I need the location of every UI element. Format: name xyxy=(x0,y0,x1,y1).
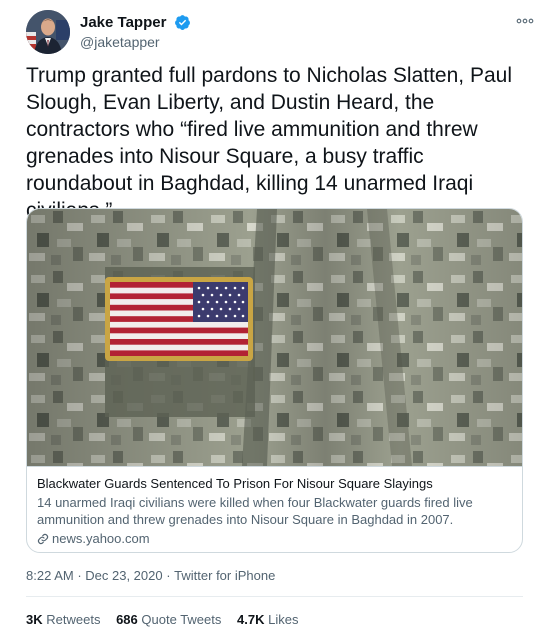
divider xyxy=(26,596,523,597)
handle[interactable]: @jaketapper xyxy=(80,34,191,50)
tweet-time[interactable]: 8:22 AM xyxy=(26,568,74,583)
tweet: Jake Tapper @jaketapper Trump granted fu… xyxy=(0,0,550,637)
tweet-meta: 8:22 AM · Dec 23, 2020 · Twitter for iPh… xyxy=(26,568,275,583)
retweets-count: 3K xyxy=(26,612,43,627)
link-icon xyxy=(37,533,49,544)
likes-label: Likes xyxy=(268,612,299,627)
avatar[interactable] xyxy=(26,10,70,54)
quote-tweets-stat[interactable]: 686 Quote Tweets xyxy=(116,612,221,627)
meta-separator-2: · xyxy=(162,568,175,583)
card-domain: news.yahoo.com xyxy=(37,530,514,547)
verified-badge-icon xyxy=(174,15,190,31)
retweets-label: Retweets xyxy=(46,612,101,627)
retweets-stat[interactable]: 3K Retweets xyxy=(26,612,100,627)
tweet-source[interactable]: Twitter for iPhone xyxy=(174,568,275,583)
link-card[interactable]: Blackwater Guards Sentenced To Prison Fo… xyxy=(26,208,523,553)
more-options-icon[interactable] xyxy=(514,12,536,30)
card-domain-text: news.yahoo.com xyxy=(52,531,150,546)
display-name[interactable]: Jake Tapper xyxy=(80,14,166,31)
flag-patch xyxy=(105,277,253,361)
tweet-header: Jake Tapper @jaketapper xyxy=(26,10,536,56)
tweet-text: Trump granted full pardons to Nicholas S… xyxy=(26,64,512,222)
avatar-photo-icon xyxy=(26,10,70,54)
likes-stat[interactable]: 4.7K Likes xyxy=(237,612,298,627)
author-names: Jake Tapper @jaketapper xyxy=(80,14,191,50)
card-body[interactable]: Blackwater Guards Sentenced To Prison Fo… xyxy=(27,466,522,552)
quote-tweets-label: Quote Tweets xyxy=(141,612,222,627)
tweet-stats: 3K Retweets 686 Quote Tweets 4.7K Likes xyxy=(26,612,310,627)
card-image[interactable] xyxy=(27,209,523,466)
likes-count: 4.7K xyxy=(237,612,265,627)
card-description: 14 unarmed Iraqi civilians were killed w… xyxy=(37,495,473,527)
meta-separator: · xyxy=(73,568,86,583)
card-title: Blackwater Guards Sentenced To Prison Fo… xyxy=(37,476,433,491)
tweet-date[interactable]: Dec 23, 2020 xyxy=(85,568,162,583)
quote-tweets-count: 686 xyxy=(116,612,138,627)
